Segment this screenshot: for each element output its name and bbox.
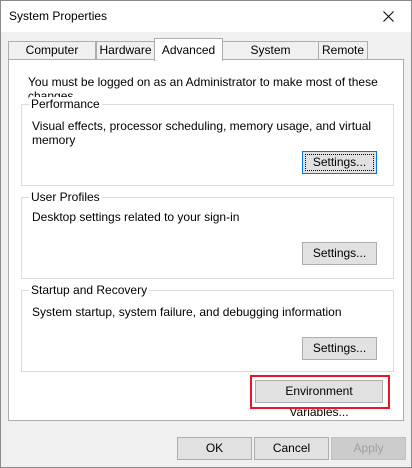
footer-separator — [1, 422, 411, 423]
apply-button[interactable]: Apply — [331, 437, 406, 460]
focus-rectangle — [305, 154, 374, 171]
ok-button[interactable]: OK — [177, 437, 252, 460]
startup-recovery-group: Startup and Recovery System startup, sys… — [21, 283, 394, 372]
startup-recovery-description: System startup, system failure, and debu… — [32, 305, 342, 319]
advanced-tab-panel: You must be logged on as an Administrato… — [8, 59, 404, 421]
tab-hardware[interactable]: Hardware — [96, 41, 155, 60]
user-profiles-group: User Profiles Desktop settings related t… — [21, 190, 394, 279]
title-bar: System Properties — [1, 1, 411, 32]
close-icon — [382, 11, 394, 22]
cancel-button[interactable]: Cancel — [254, 437, 329, 460]
highlight-box — [250, 375, 390, 409]
startup-recovery-settings-button[interactable]: Settings... — [302, 337, 377, 360]
startup-recovery-settings-label: Settings... — [312, 341, 367, 355]
apply-label: Apply — [353, 441, 384, 455]
tab-system-protection[interactable]: System Protection — [222, 41, 319, 74]
performance-description: Visual effects, processor scheduling, me… — [32, 119, 372, 147]
performance-group: Performance Visual effects, processor sc… — [21, 97, 394, 186]
cancel-label: Cancel — [272, 441, 311, 455]
startup-recovery-group-label: Startup and Recovery — [29, 283, 150, 297]
user-profiles-description: Desktop settings related to your sign-in — [32, 210, 240, 224]
user-profiles-settings-label: Settings... — [312, 246, 367, 260]
user-profiles-group-label: User Profiles — [29, 190, 102, 204]
window-title: System Properties — [9, 9, 108, 23]
user-profiles-settings-button[interactable]: Settings... — [302, 242, 377, 265]
performance-group-label: Performance — [29, 97, 102, 111]
ok-label: OK — [205, 441, 224, 455]
performance-settings-button[interactable]: Settings... — [302, 151, 377, 174]
system-properties-window: System Properties Computer Name Hardware… — [0, 0, 412, 468]
tab-advanced[interactable]: Advanced — [154, 38, 223, 61]
tab-computer-name[interactable]: Computer Name — [8, 41, 96, 74]
close-button[interactable] — [365, 1, 411, 32]
tab-remote[interactable]: Remote — [318, 41, 368, 60]
